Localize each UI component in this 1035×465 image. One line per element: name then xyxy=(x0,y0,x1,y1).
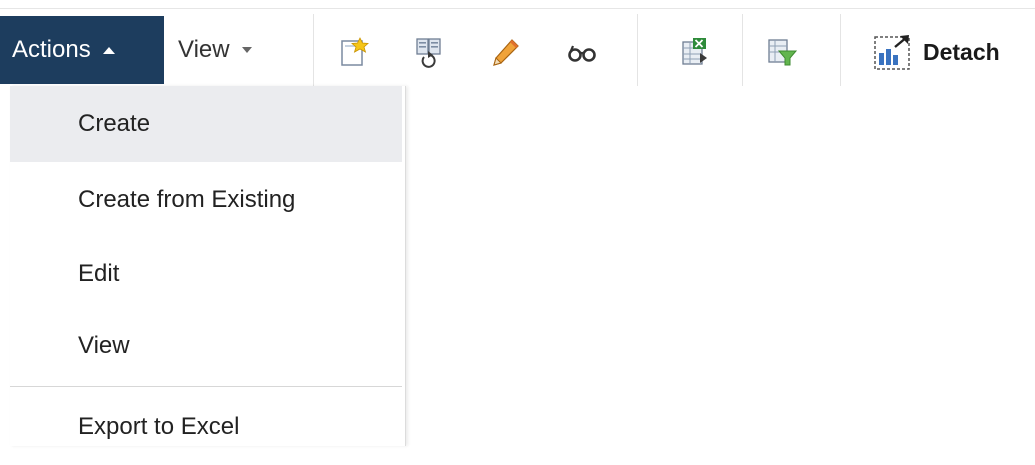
toolbar-separator xyxy=(840,14,841,86)
export-excel-icon[interactable] xyxy=(680,36,712,68)
actions-dropdown-menu: Create Create from Existing Edit View Ex… xyxy=(10,86,406,446)
toolbar: Actions View Detach xyxy=(0,14,1035,86)
detach-button[interactable]: Detach xyxy=(873,32,1000,72)
top-border xyxy=(0,8,1035,9)
toolbar-separator xyxy=(313,14,314,86)
menu-item-export-to-excel[interactable]: Export to Excel xyxy=(10,389,402,465)
duplicate-icon[interactable] xyxy=(414,36,446,68)
menu-item-label: Create xyxy=(78,110,151,137)
caret-up-icon xyxy=(102,46,115,54)
caret-down-icon xyxy=(241,47,252,53)
menu-item-label: Export to Excel xyxy=(78,413,240,440)
toolbar-separator xyxy=(637,14,638,86)
menu-item-view[interactable]: View xyxy=(10,308,402,384)
menu-item-create[interactable]: Create xyxy=(10,86,402,162)
view-menu-button[interactable]: View xyxy=(178,16,288,84)
menu-item-label: View xyxy=(78,332,130,359)
create-icon[interactable] xyxy=(338,36,370,68)
detach-icon xyxy=(874,35,910,70)
edit-pencil-icon[interactable] xyxy=(490,36,522,68)
menu-item-label: Edit xyxy=(78,260,120,287)
menu-item-label: Create from Existing xyxy=(78,186,296,213)
menu-item-edit[interactable]: Edit xyxy=(10,236,402,312)
view-menu-label: View xyxy=(178,36,230,63)
toolbar-separator xyxy=(742,14,743,86)
actions-menu-button[interactable]: Actions xyxy=(0,16,164,84)
menu-item-create-from-existing[interactable]: Create from Existing xyxy=(10,162,402,238)
menu-divider xyxy=(10,386,402,387)
actions-menu-label: Actions xyxy=(12,36,91,63)
filter-icon[interactable] xyxy=(766,36,798,68)
view-glasses-icon[interactable] xyxy=(566,36,598,68)
detach-label: Detach xyxy=(923,38,1000,65)
